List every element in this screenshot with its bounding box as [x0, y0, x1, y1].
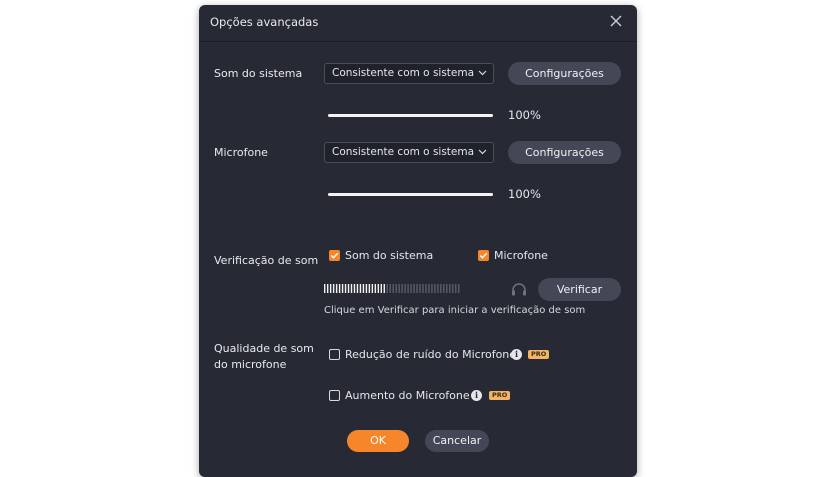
microphone-select-value: Consistente com o sistema — [332, 146, 475, 158]
mic-quality-label-line1: Qualidade de som — [214, 342, 314, 355]
close-icon[interactable] — [609, 14, 623, 28]
chevron-down-icon — [478, 70, 487, 76]
system-sound-volume-slider[interactable] — [328, 114, 493, 117]
mic-boost-label: Aumento do Microfone — [345, 389, 470, 402]
check-icon — [479, 252, 488, 259]
meter-tick — [368, 284, 371, 293]
system-sound-check-checkbox[interactable] — [329, 250, 340, 261]
microphone-volume-value: 100% — [508, 187, 541, 201]
meter-tick — [338, 284, 341, 293]
microphone-check-checkbox[interactable] — [478, 250, 489, 261]
meter-tick — [332, 284, 335, 293]
system-sound-label: Som do sistema — [214, 67, 303, 80]
meter-tick — [434, 284, 436, 293]
pro-badge: PRO — [528, 350, 550, 359]
meter-tick — [440, 284, 442, 293]
system-sound-select[interactable]: Consistente com o sistema — [324, 63, 494, 84]
info-icon[interactable]: i — [511, 349, 522, 360]
meter-tick — [458, 284, 460, 293]
meter-tick — [353, 284, 356, 293]
meter-tick — [428, 284, 430, 293]
noise-reduction-label: Redução de ruído do Microfone — [345, 348, 517, 361]
meter-tick — [422, 284, 424, 293]
meter-tick — [377, 284, 380, 293]
meter-tick — [389, 284, 391, 293]
meter-tick — [416, 284, 418, 293]
meter-tick — [413, 284, 415, 293]
meter-tick — [419, 284, 421, 293]
meter-tick — [326, 284, 329, 293]
meter-tick — [371, 284, 374, 293]
meter-tick — [365, 284, 368, 293]
sound-check-hint: Clique em Verificar para iniciar a verif… — [324, 305, 586, 316]
microphone-settings-button[interactable]: Configurações — [508, 141, 621, 164]
microphone-check-label: Microfone — [494, 249, 548, 262]
meter-tick — [347, 284, 350, 293]
meter-tick — [341, 284, 344, 293]
meter-tick — [392, 284, 394, 293]
ok-button[interactable]: OK — [347, 430, 409, 452]
meter-tick — [452, 284, 454, 293]
check-icon — [330, 252, 339, 259]
sound-level-meter — [324, 284, 460, 293]
microphone-volume-slider[interactable] — [328, 193, 493, 196]
meter-tick — [443, 284, 445, 293]
meter-tick — [437, 284, 439, 293]
meter-tick — [380, 284, 382, 293]
meter-tick — [350, 284, 353, 293]
meter-tick — [329, 284, 332, 293]
noise-reduction-checkbox[interactable] — [329, 349, 340, 360]
meter-tick — [356, 284, 359, 293]
meter-tick — [395, 284, 397, 293]
sound-check-label: Verificação de som — [214, 254, 319, 267]
mic-quality-label-line2: do microfone — [214, 358, 287, 371]
cancel-button[interactable]: Cancelar — [425, 430, 489, 452]
meter-tick — [374, 284, 377, 293]
info-icon[interactable]: i — [471, 390, 482, 401]
meter-tick — [362, 284, 365, 293]
meter-tick — [401, 284, 403, 293]
system-sound-check-label: Som do sistema — [345, 249, 434, 262]
system-sound-select-value: Consistente com o sistema — [332, 67, 475, 79]
meter-tick — [404, 284, 406, 293]
meter-tick — [344, 284, 347, 293]
chevron-down-icon — [478, 149, 487, 155]
dialog-title: Opções avançadas — [210, 15, 319, 29]
system-sound-settings-button[interactable]: Configurações — [508, 62, 621, 85]
advanced-options-dialog: Opções avançadas Som do sistema Consiste… — [199, 5, 637, 477]
microphone-select[interactable]: Consistente com o sistema — [324, 142, 494, 163]
verify-button[interactable]: Verificar — [538, 278, 621, 301]
headphones-icon — [512, 283, 526, 296]
pro-badge: PRO — [489, 391, 511, 400]
meter-tick — [359, 284, 362, 293]
meter-tick — [324, 284, 326, 293]
system-sound-volume-value: 100% — [508, 108, 541, 122]
meter-tick — [455, 284, 457, 293]
microphone-label: Microfone — [214, 146, 268, 159]
mic-boost-checkbox[interactable] — [329, 390, 340, 401]
meter-tick — [425, 284, 427, 293]
meter-tick — [407, 284, 409, 293]
meter-tick — [431, 284, 433, 293]
title-divider — [199, 41, 637, 42]
meter-tick — [446, 284, 448, 293]
meter-tick — [335, 284, 338, 293]
meter-tick — [386, 284, 388, 293]
meter-tick — [398, 284, 400, 293]
meter-tick — [410, 284, 412, 293]
meter-tick — [449, 284, 451, 293]
meter-tick — [383, 284, 385, 293]
